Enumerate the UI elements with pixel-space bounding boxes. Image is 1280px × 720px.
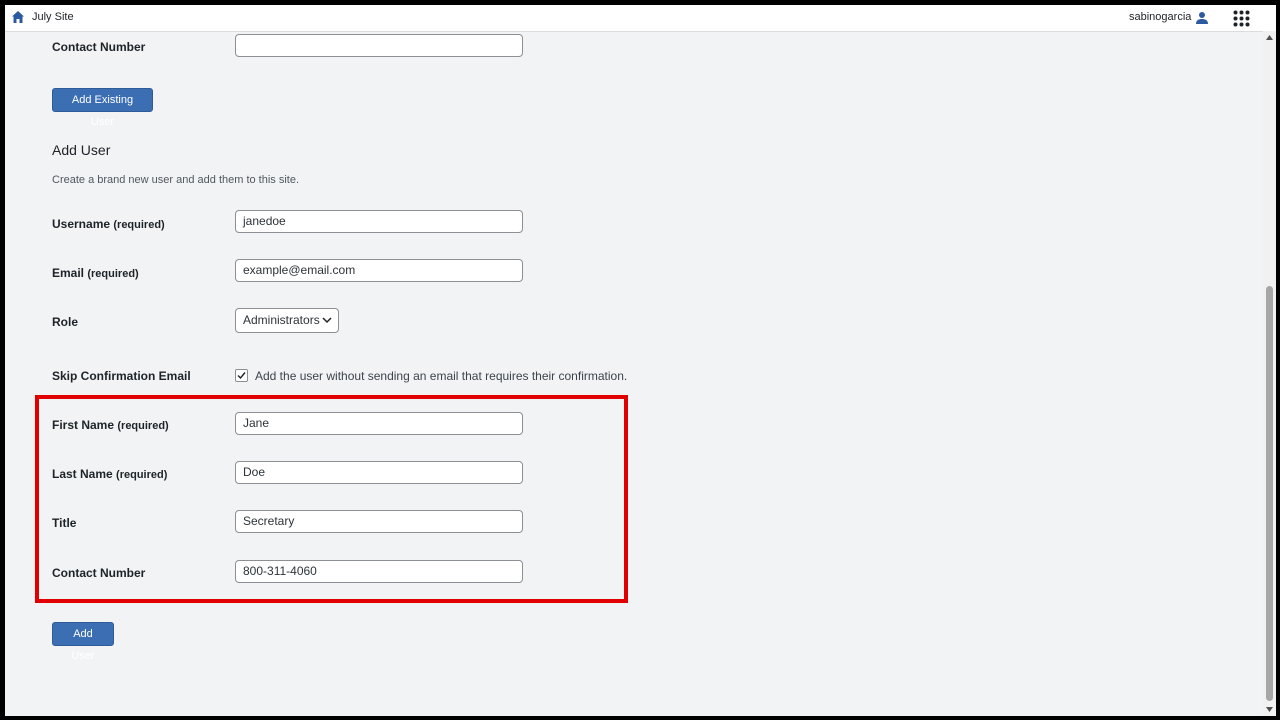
add-existing-user-button[interactable]: Add Existing User [52, 88, 153, 128]
scroll-up-arrow-icon[interactable] [1266, 35, 1273, 40]
user-icon[interactable] [1195, 11, 1209, 25]
add-user-button[interactable]: Add User [52, 622, 114, 662]
skip-confirmation-label: Skip Confirmation Email [52, 369, 191, 383]
skip-confirmation-text: Add the user without sending an email th… [255, 369, 628, 383]
vertical-scrollbar[interactable] [1263, 31, 1276, 716]
email-label: Email (required) [52, 266, 139, 280]
role-select[interactable]: Administrators [235, 308, 339, 333]
email-input[interactable]: example@email.com [235, 259, 523, 282]
add-user-description: Create a brand new user and add them to … [52, 174, 300, 186]
username-label: Username (required) [52, 217, 165, 231]
browser-window: July Site sabinogarcia Contact Number Ad… [5, 5, 1276, 716]
skip-confirmation-checkbox[interactable] [235, 369, 248, 382]
home-icon[interactable] [11, 10, 25, 24]
username-link[interactable]: sabinogarcia [1129, 11, 1191, 23]
existing-contact-number-label: Contact Number [52, 40, 146, 54]
checkmark-icon [237, 372, 246, 380]
existing-contact-number-input[interactable] [235, 34, 523, 57]
scrollbar-thumb[interactable] [1266, 286, 1273, 701]
apps-grid-icon[interactable] [1233, 10, 1250, 27]
add-user-heading: Add User [52, 142, 111, 158]
admin-top-bar: July Site sabinogarcia [5, 5, 1276, 32]
required-marker: (required) [113, 219, 165, 231]
highlight-box [35, 395, 628, 603]
chevron-down-icon [322, 317, 332, 324]
scroll-down-arrow-icon[interactable] [1266, 707, 1273, 712]
site-title-link[interactable]: July Site [32, 11, 74, 23]
required-marker: (required) [87, 268, 139, 280]
role-label: Role [52, 315, 79, 329]
role-selected-value: Administrators [243, 313, 320, 327]
username-input[interactable]: janedoe [235, 210, 523, 233]
